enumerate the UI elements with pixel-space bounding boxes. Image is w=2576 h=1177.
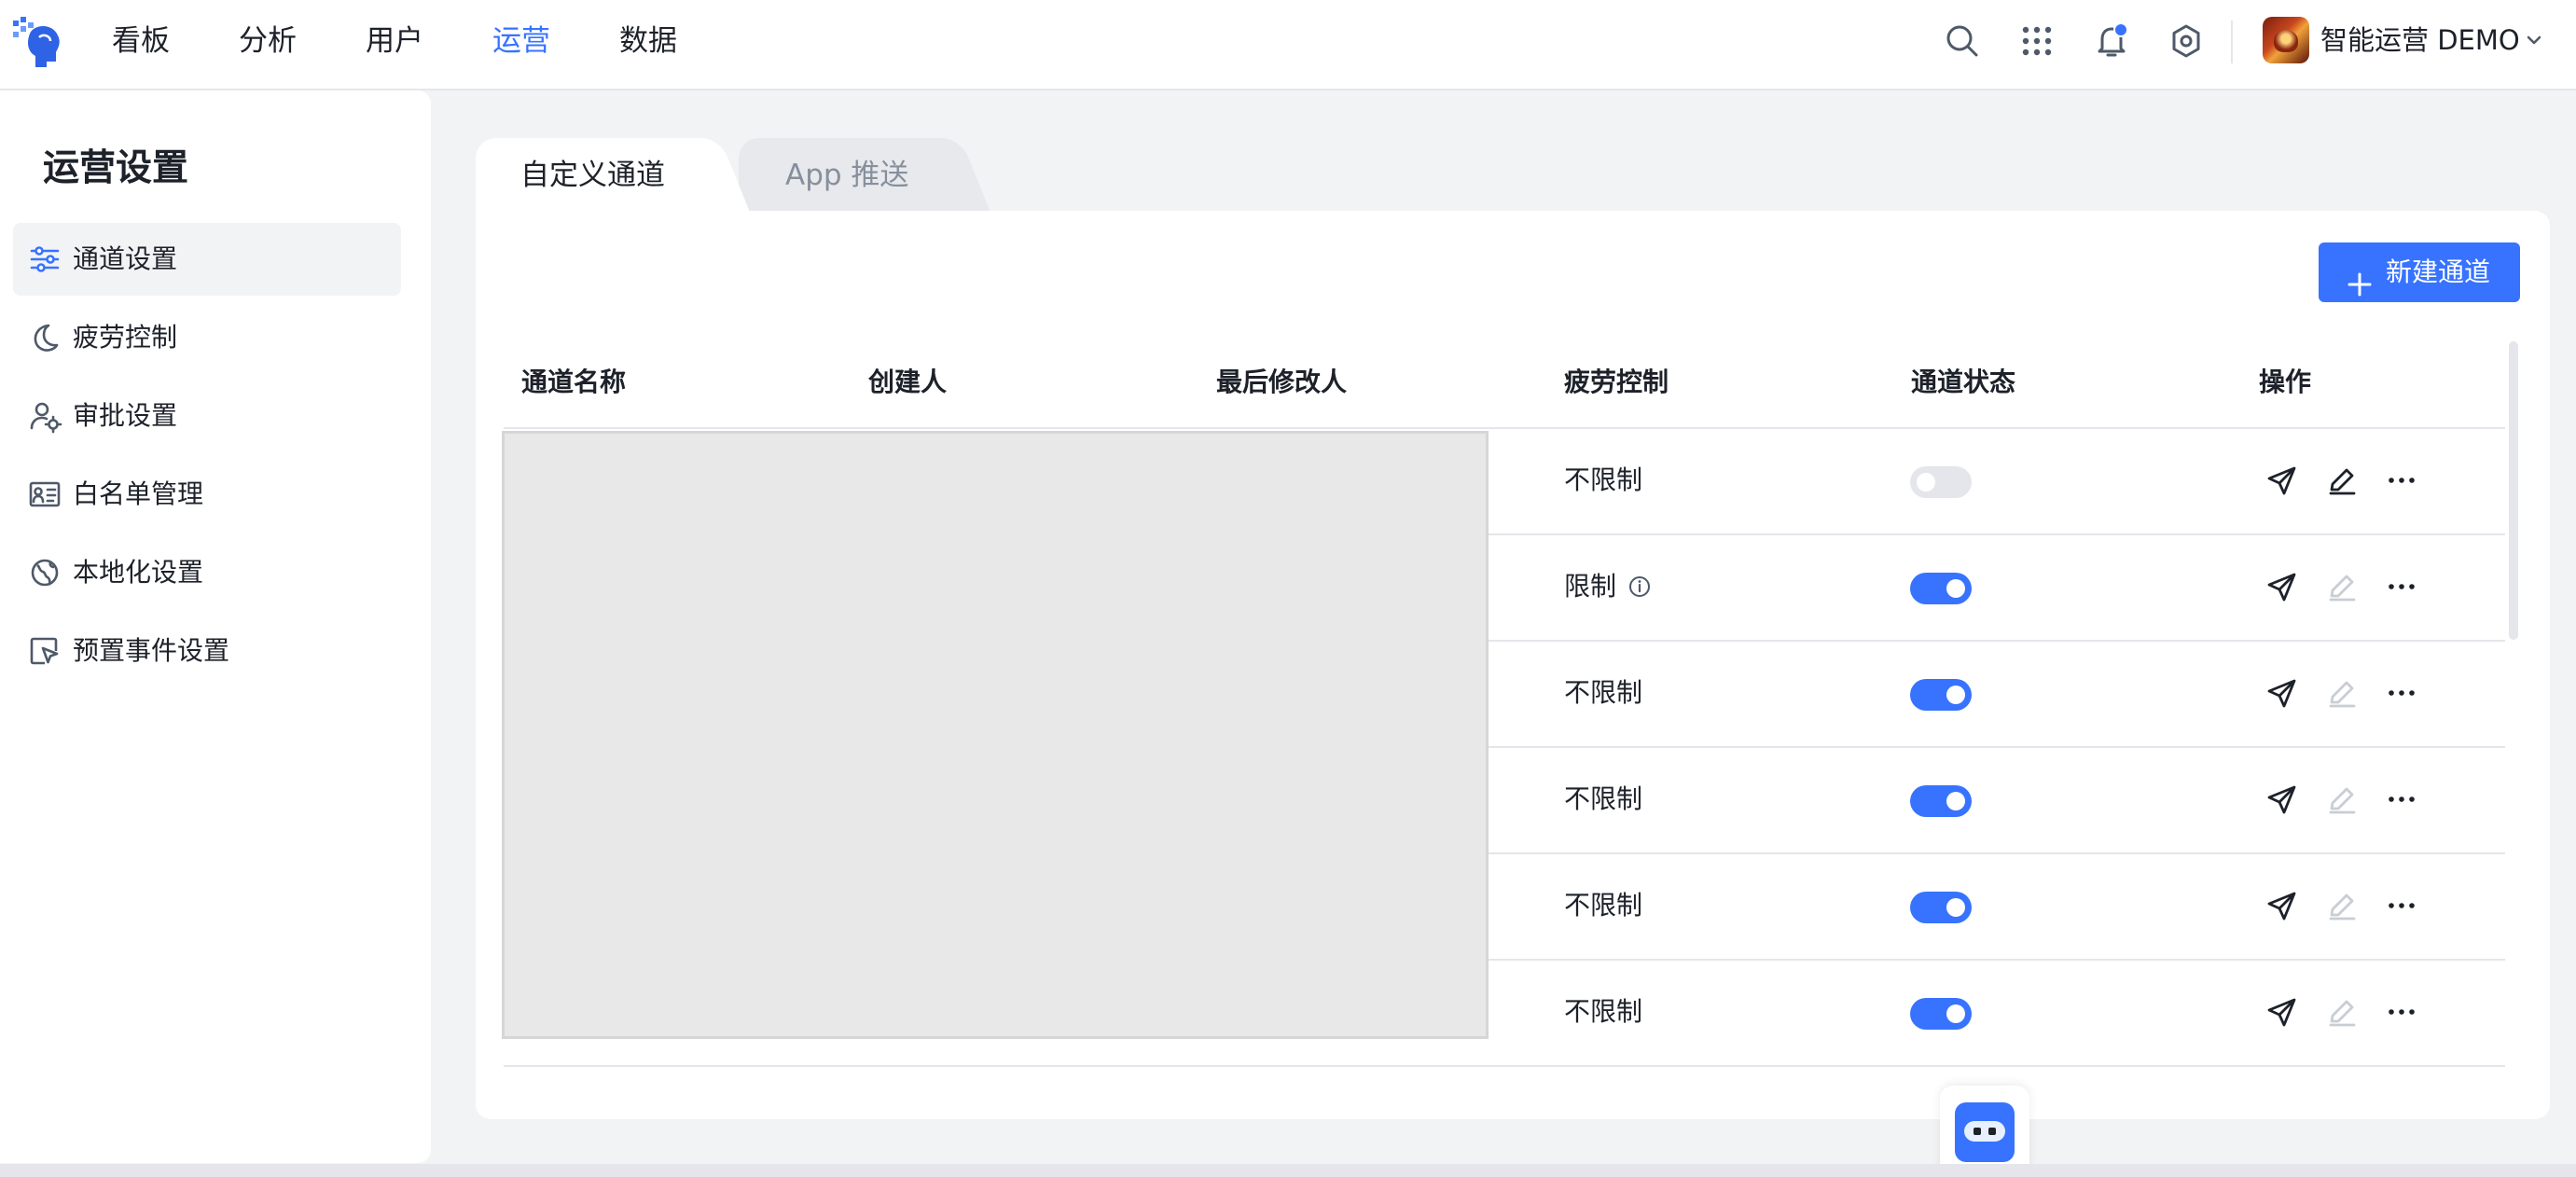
table-row-fatigue: 限制 xyxy=(1564,568,1652,605)
new-channel-button-label: 新建通道 xyxy=(2386,256,2491,287)
more-icon[interactable] xyxy=(2383,887,2420,924)
new-channel-button[interactable]: 新建通道 xyxy=(2319,242,2520,302)
table-row-fatigue: 不限制 xyxy=(1564,783,1643,814)
globe-icon xyxy=(26,554,63,591)
column-header-channel-name: 通道名称 xyxy=(521,367,627,397)
row-divider xyxy=(1489,640,2505,642)
row-divider xyxy=(1489,746,2505,748)
send-icon[interactable] xyxy=(2264,462,2301,499)
column-header-creator: 创建人 xyxy=(868,367,948,397)
nav-item-dashboard[interactable]: 看板 xyxy=(112,21,170,62)
table-row-fatigue: 不限制 xyxy=(1564,890,1643,921)
gear-icon[interactable] xyxy=(2166,21,2207,62)
notification-dot xyxy=(2113,22,2128,37)
user-account-name[interactable]: 智能运营 DEMO xyxy=(2320,19,2520,62)
sliders-icon xyxy=(26,241,63,278)
page-bottom-edge xyxy=(0,1164,2576,1177)
sidebar-item-label: 白名单管理 xyxy=(73,478,204,509)
grid-icon[interactable] xyxy=(2016,21,2057,62)
moon-icon xyxy=(26,319,63,356)
table-row-fatigue: 不限制 xyxy=(1564,677,1643,708)
cursor-box-icon xyxy=(26,632,63,670)
table-scrollbar[interactable] xyxy=(2509,341,2518,640)
plus-icon xyxy=(2347,259,2373,297)
column-header-channel-status: 通道状态 xyxy=(1911,367,2016,397)
sidebar-item-fatigue-control[interactable]: 疲劳控制 xyxy=(13,301,401,374)
channel-status-toggle[interactable] xyxy=(1910,466,1972,498)
send-icon[interactable] xyxy=(2264,674,2301,712)
more-icon[interactable] xyxy=(2383,674,2420,712)
sidebar-title: 运营设置 xyxy=(43,147,189,189)
tab-app-push[interactable]: App 推送 xyxy=(739,138,953,213)
robot-icon xyxy=(1955,1102,2015,1162)
sidebar-item-label: 本地化设置 xyxy=(73,557,204,588)
nav-item-users[interactable]: 用户 xyxy=(366,21,423,62)
more-icon[interactable] xyxy=(2383,462,2420,499)
table-bottom-divider xyxy=(504,1065,2505,1067)
sidebar-item-approval-settings[interactable]: 审批设置 xyxy=(13,380,401,452)
edit-icon xyxy=(2323,781,2361,818)
contact-card-icon xyxy=(26,476,63,513)
tab-custom-channel[interactable]: 自定义通道 xyxy=(476,138,707,213)
channel-status-toggle[interactable] xyxy=(1910,785,1972,817)
column-header-last-modifier: 最后修改人 xyxy=(1216,367,1348,397)
chevron-down-icon[interactable] xyxy=(2522,28,2546,52)
avatar[interactable] xyxy=(2263,17,2309,63)
nav-item-data[interactable]: 数据 xyxy=(619,21,677,62)
edit-icon[interactable] xyxy=(2323,462,2361,499)
more-icon[interactable] xyxy=(2383,993,2420,1031)
nav-item-operations[interactable]: 运营 xyxy=(492,21,550,62)
edit-icon xyxy=(2323,568,2361,605)
channel-status-toggle[interactable] xyxy=(1910,998,1972,1030)
send-icon[interactable] xyxy=(2264,887,2301,924)
column-header-fatigue-control: 疲劳控制 xyxy=(1564,367,1669,397)
top-navigation-bar: 看板 分析 用户 运营 数据 智能运营 DEMO xyxy=(0,0,2576,90)
channel-status-toggle[interactable] xyxy=(1910,679,1972,711)
edit-icon xyxy=(2323,887,2361,924)
edit-icon xyxy=(2323,674,2361,712)
channel-status-toggle[interactable] xyxy=(1910,573,1972,604)
user-gear-icon xyxy=(26,397,63,435)
row-divider xyxy=(1489,852,2505,854)
sidebar-item-whitelist[interactable]: 白名单管理 xyxy=(13,458,401,531)
edit-icon xyxy=(2323,993,2361,1031)
bell-icon[interactable] xyxy=(2091,21,2132,62)
table-row-fatigue: 不限制 xyxy=(1564,464,1643,495)
sidebar-item-label: 疲劳控制 xyxy=(73,322,178,353)
toolbar-divider xyxy=(2231,21,2233,63)
nav-item-analysis[interactable]: 分析 xyxy=(239,21,297,62)
send-icon[interactable] xyxy=(2264,781,2301,818)
row-divider xyxy=(1489,959,2505,961)
channel-status-toggle[interactable] xyxy=(1910,892,1972,923)
table-header-divider xyxy=(504,427,2505,429)
search-icon[interactable] xyxy=(1942,21,1983,62)
sidebar-item-localization[interactable]: 本地化设置 xyxy=(13,536,401,609)
redacted-content-block xyxy=(502,431,1489,1039)
info-icon[interactable] xyxy=(1627,572,1652,597)
brand-logo-icon[interactable] xyxy=(11,15,63,71)
sidebar-item-channel-settings[interactable]: 通道设置 xyxy=(13,223,401,296)
column-header-actions: 操作 xyxy=(2259,367,2312,397)
send-icon[interactable] xyxy=(2264,568,2301,605)
sidebar-item-label: 预置事件设置 xyxy=(73,635,230,666)
sidebar-item-label: 审批设置 xyxy=(73,400,178,431)
more-icon[interactable] xyxy=(2383,781,2420,818)
settings-sidebar: 运营设置 通道设置 疲劳控制 审批设置 白名单管理 本地化设置 预置事件设置 xyxy=(0,90,431,1163)
sidebar-item-preset-events[interactable]: 预置事件设置 xyxy=(13,615,401,687)
sidebar-item-label: 通道设置 xyxy=(73,243,178,274)
send-icon[interactable] xyxy=(2264,993,2301,1031)
more-icon[interactable] xyxy=(2383,568,2420,605)
table-row-fatigue: 不限制 xyxy=(1564,996,1643,1027)
row-divider xyxy=(1489,533,2505,535)
